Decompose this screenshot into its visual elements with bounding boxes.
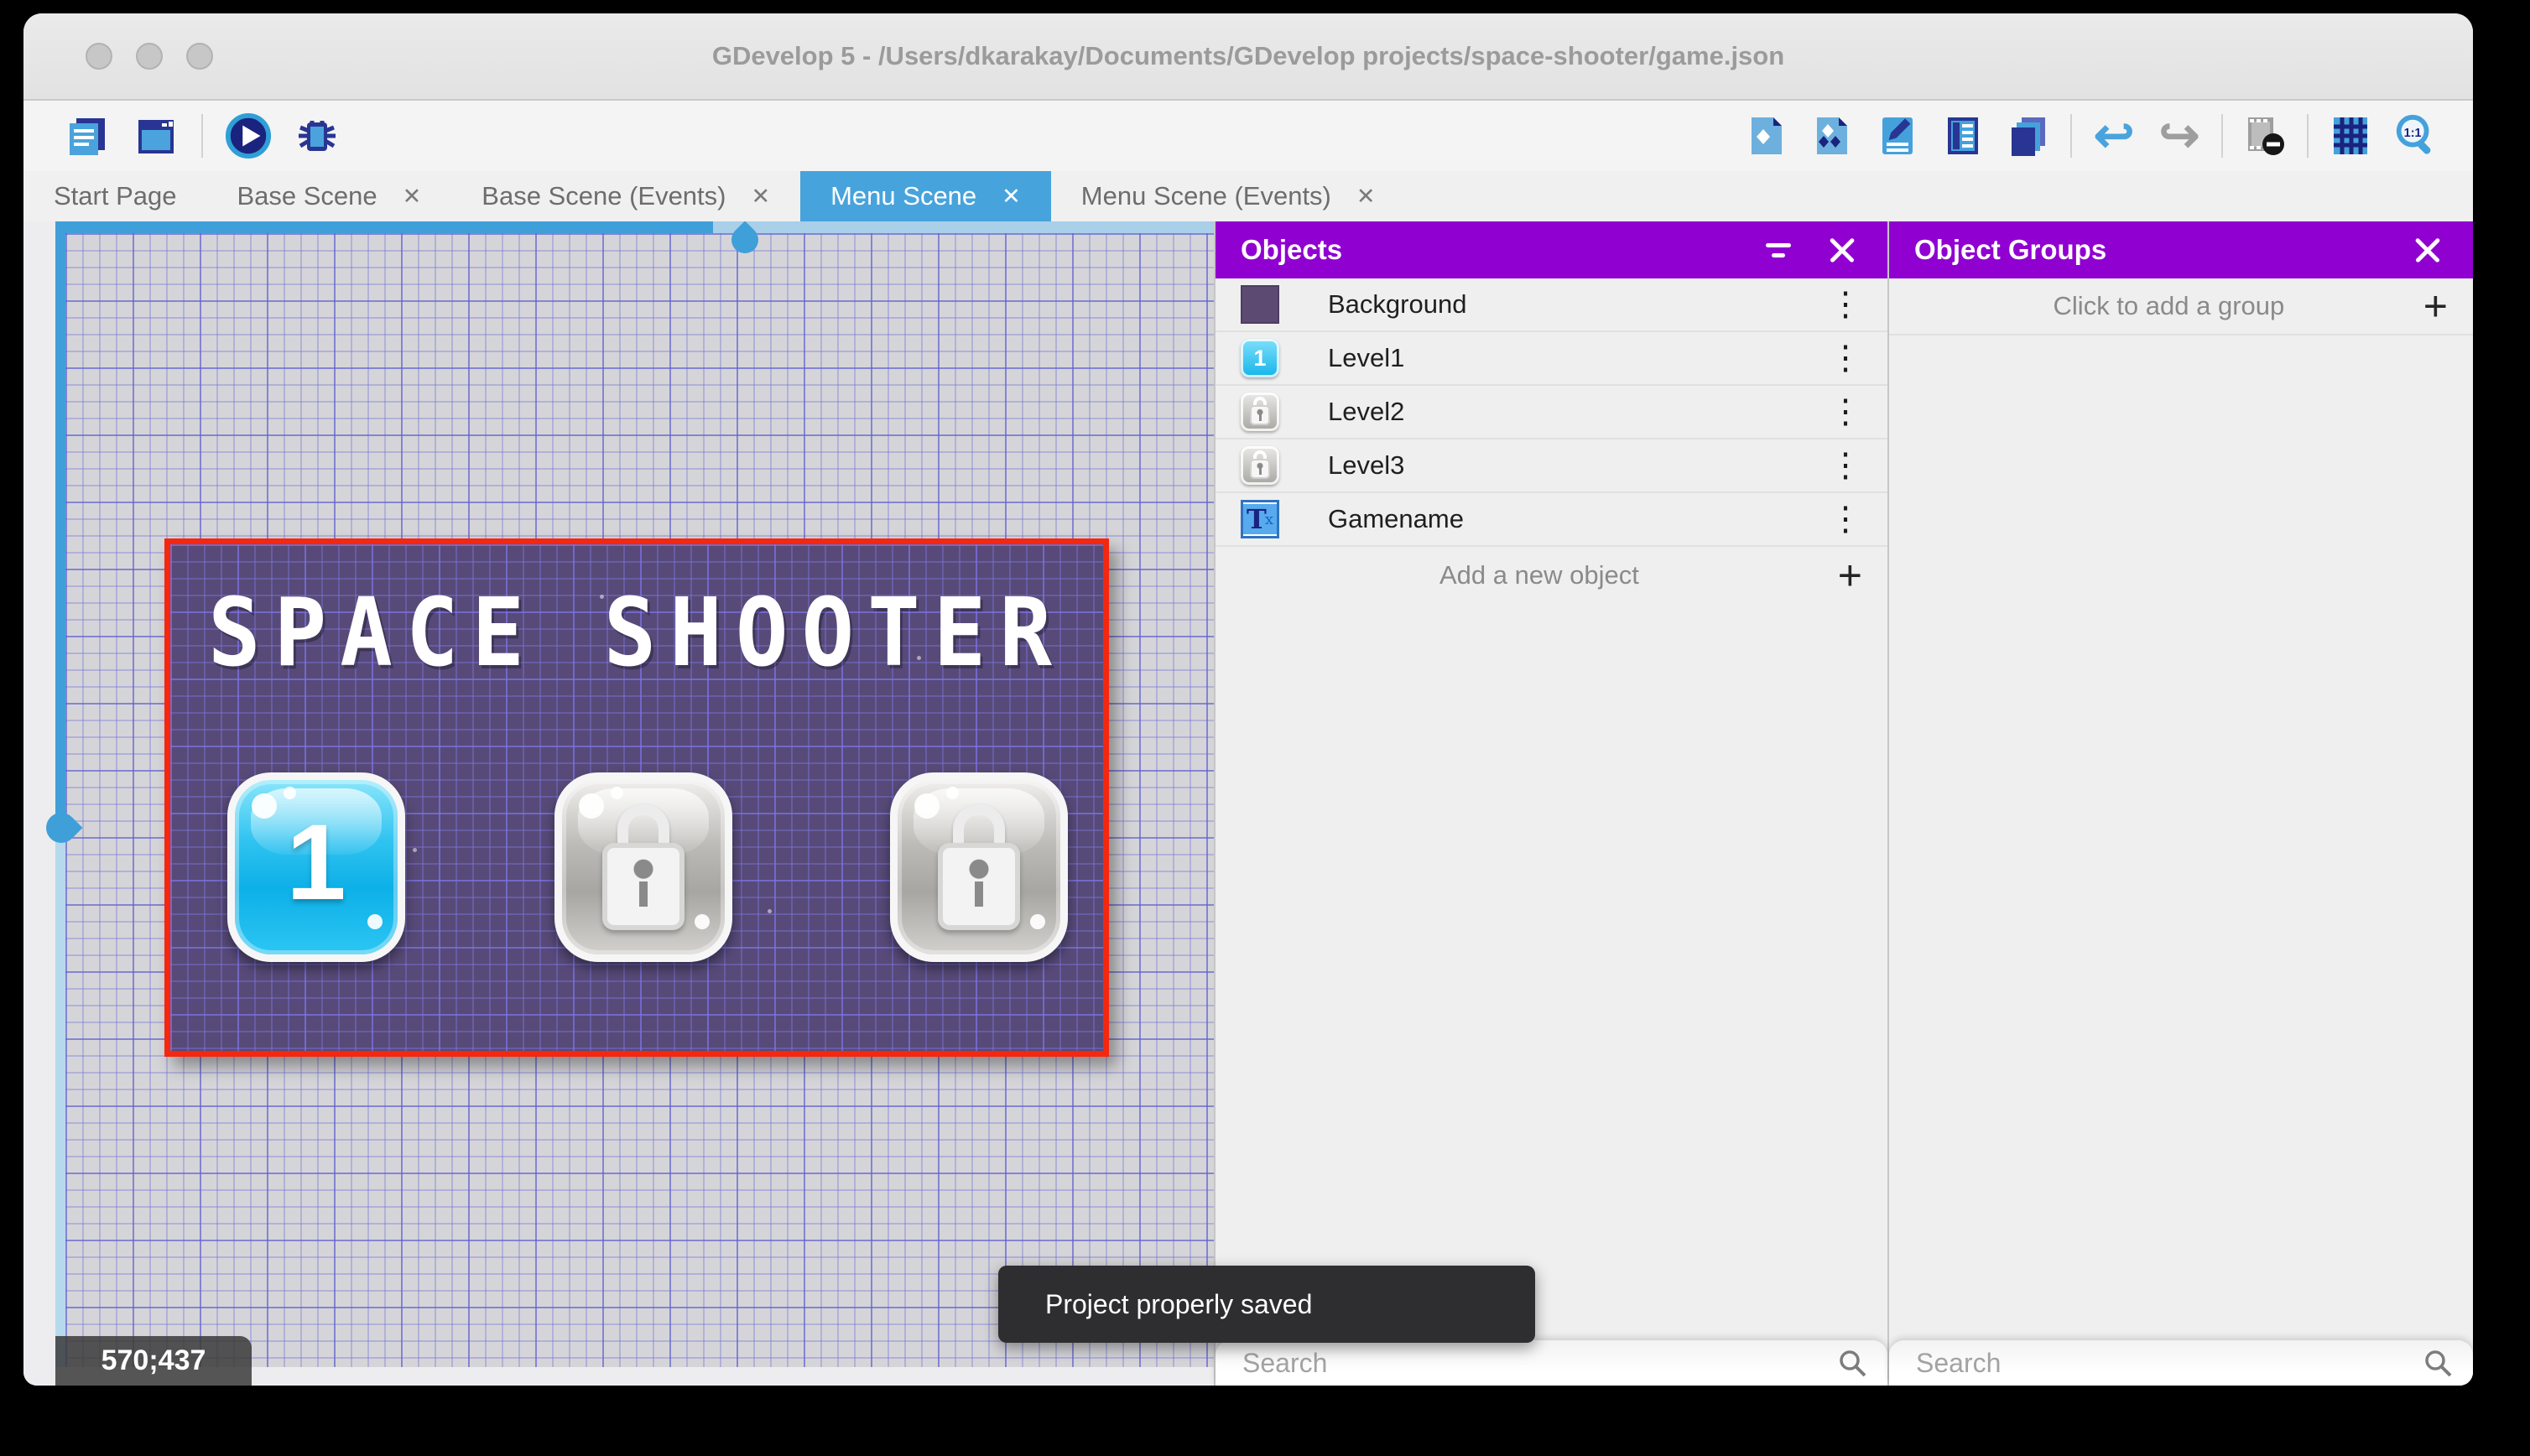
debug-bug-icon[interactable] bbox=[294, 112, 341, 159]
titlebar: GDevelop 5 - /Users/dkarakay/Documents/G… bbox=[23, 13, 2473, 101]
svg-text:1:1: 1:1 bbox=[2404, 127, 2422, 140]
tab-menu-scene-events[interactable]: Menu Scene (Events) ✕ bbox=[1051, 171, 1406, 221]
close-panel-icon[interactable] bbox=[1822, 230, 1862, 270]
project-manager-icon[interactable] bbox=[64, 112, 111, 159]
tab-start-page[interactable]: Start Page bbox=[23, 171, 206, 221]
window-title: GDevelop 5 - /Users/dkarakay/Documents/G… bbox=[711, 41, 1785, 70]
filter-icon[interactable] bbox=[1758, 230, 1799, 270]
groups-search-input[interactable] bbox=[1908, 1347, 2421, 1379]
toolbar-separator bbox=[2221, 114, 2223, 158]
object-groups-panel-title: Object Groups bbox=[1914, 234, 2107, 265]
toolbar-separator bbox=[201, 114, 203, 158]
preview-play-icon[interactable] bbox=[225, 112, 272, 159]
tab-base-scene[interactable]: Base Scene ✕ bbox=[206, 171, 451, 221]
toolbar: ↩ ↪ 1:1 bbox=[23, 101, 2473, 171]
object-groups-panel-header: Object Groups bbox=[1889, 221, 2473, 278]
add-object-group-doc-icon[interactable] bbox=[1809, 112, 1856, 159]
lock-icon bbox=[937, 804, 1021, 930]
gamename-object-thumbnail: Tx bbox=[1241, 500, 1279, 538]
groups-search-bar bbox=[1889, 1340, 2473, 1386]
object-menu-icon[interactable]: ⋮ bbox=[1829, 288, 1862, 321]
objects-panel: Objects Background ⋮ 1 Level1 ⋮ Level2 ⋮ bbox=[1216, 221, 1887, 1386]
level1-button-object[interactable]: 1 bbox=[227, 772, 405, 962]
gdevelop-window: GDevelop 5 - /Users/dkarakay/Documents/G… bbox=[23, 13, 2473, 1386]
level2-locked-button-object[interactable] bbox=[554, 772, 732, 962]
objects-search-bar bbox=[1216, 1340, 1887, 1386]
tab-base-scene-events[interactable]: Base Scene (Events) ✕ bbox=[451, 171, 800, 221]
save-toast: Project properly saved bbox=[998, 1266, 1535, 1343]
object-menu-icon[interactable]: ⋮ bbox=[1829, 449, 1862, 482]
add-new-object-button[interactable]: Add a new object + bbox=[1216, 547, 1887, 604]
add-group-button[interactable]: Click to add a group + bbox=[1889, 278, 2473, 335]
minimize-window-button[interactable] bbox=[136, 43, 163, 70]
toolbar-separator bbox=[2070, 114, 2072, 158]
add-object-doc-icon[interactable] bbox=[1743, 112, 1790, 159]
level3-locked-button-object[interactable] bbox=[890, 772, 1068, 962]
game-title-text-object[interactable]: SPACE SHOOTER bbox=[170, 577, 1103, 688]
object-menu-icon[interactable]: ⋮ bbox=[1829, 502, 1862, 536]
scene-editor-canvas[interactable]: SPACE SHOOTER 1 570;437 bbox=[23, 221, 1214, 1386]
object-item-level2[interactable]: Level2 ⋮ bbox=[1216, 386, 1887, 439]
lock-icon bbox=[601, 804, 685, 930]
object-item-gamename[interactable]: Tx Gamename ⋮ bbox=[1216, 493, 1887, 547]
toolbar-separator bbox=[2307, 114, 2309, 158]
level2-object-thumbnail bbox=[1241, 393, 1279, 431]
instances-list-icon[interactable] bbox=[1939, 112, 1986, 159]
zoom-1-1-icon[interactable]: 1:1 bbox=[2392, 112, 2439, 159]
toggle-mask-film-icon[interactable] bbox=[2241, 112, 2288, 159]
object-groups-panel: Object Groups Click to add a group + bbox=[1889, 221, 2473, 1386]
grid-icon[interactable] bbox=[2327, 112, 2374, 159]
level1-object-thumbnail: 1 bbox=[1241, 339, 1279, 377]
objects-panel-header: Objects bbox=[1216, 221, 1887, 278]
cursor-coordinates-badge: 570;437 bbox=[55, 1336, 252, 1386]
close-window-button[interactable] bbox=[86, 43, 112, 70]
close-panel-icon[interactable] bbox=[2408, 230, 2448, 270]
horizontal-scrollbar[interactable] bbox=[55, 221, 1214, 259]
objects-panel-title: Objects bbox=[1241, 234, 1343, 265]
vertical-scrollbar-thumb[interactable] bbox=[55, 233, 65, 829]
tab-bar: Start Page Base Scene ✕ Base Scene (Event… bbox=[23, 171, 2473, 221]
maximize-window-button[interactable] bbox=[186, 43, 213, 70]
scene-area[interactable]: SPACE SHOOTER 1 bbox=[164, 538, 1109, 1057]
search-icon bbox=[1840, 1350, 1866, 1377]
background-object-thumbnail bbox=[1241, 285, 1279, 324]
close-tab-icon[interactable]: ✕ bbox=[1356, 184, 1376, 210]
edit-scene-pencil-icon[interactable] bbox=[1874, 112, 1921, 159]
traffic-lights bbox=[86, 13, 213, 99]
tab-menu-scene[interactable]: Menu Scene ✕ bbox=[800, 171, 1051, 221]
object-item-level3[interactable]: Level3 ⋮ bbox=[1216, 439, 1887, 493]
close-tab-icon[interactable]: ✕ bbox=[403, 184, 422, 210]
undo-icon[interactable]: ↩ bbox=[2090, 112, 2137, 160]
close-tab-icon[interactable]: ✕ bbox=[751, 184, 770, 210]
object-item-background[interactable]: Background ⋮ bbox=[1216, 278, 1887, 332]
object-menu-icon[interactable]: ⋮ bbox=[1829, 341, 1862, 375]
plus-icon: + bbox=[1837, 552, 1862, 599]
vertical-scrollbar[interactable] bbox=[55, 233, 65, 1367]
horizontal-scrollbar-thumb[interactable] bbox=[55, 221, 713, 233]
search-icon bbox=[2425, 1350, 2452, 1377]
level3-object-thumbnail bbox=[1241, 446, 1279, 485]
object-item-level1[interactable]: 1 Level1 ⋮ bbox=[1216, 332, 1887, 386]
close-tab-icon[interactable]: ✕ bbox=[1002, 184, 1021, 210]
object-menu-icon[interactable]: ⋮ bbox=[1829, 395, 1862, 429]
objects-search-input[interactable] bbox=[1234, 1347, 1835, 1379]
scene-window-icon[interactable] bbox=[133, 112, 180, 159]
plus-icon: + bbox=[2423, 283, 2448, 330]
redo-icon[interactable]: ↪ bbox=[2156, 112, 2203, 160]
layers-icon[interactable] bbox=[2005, 112, 2052, 159]
